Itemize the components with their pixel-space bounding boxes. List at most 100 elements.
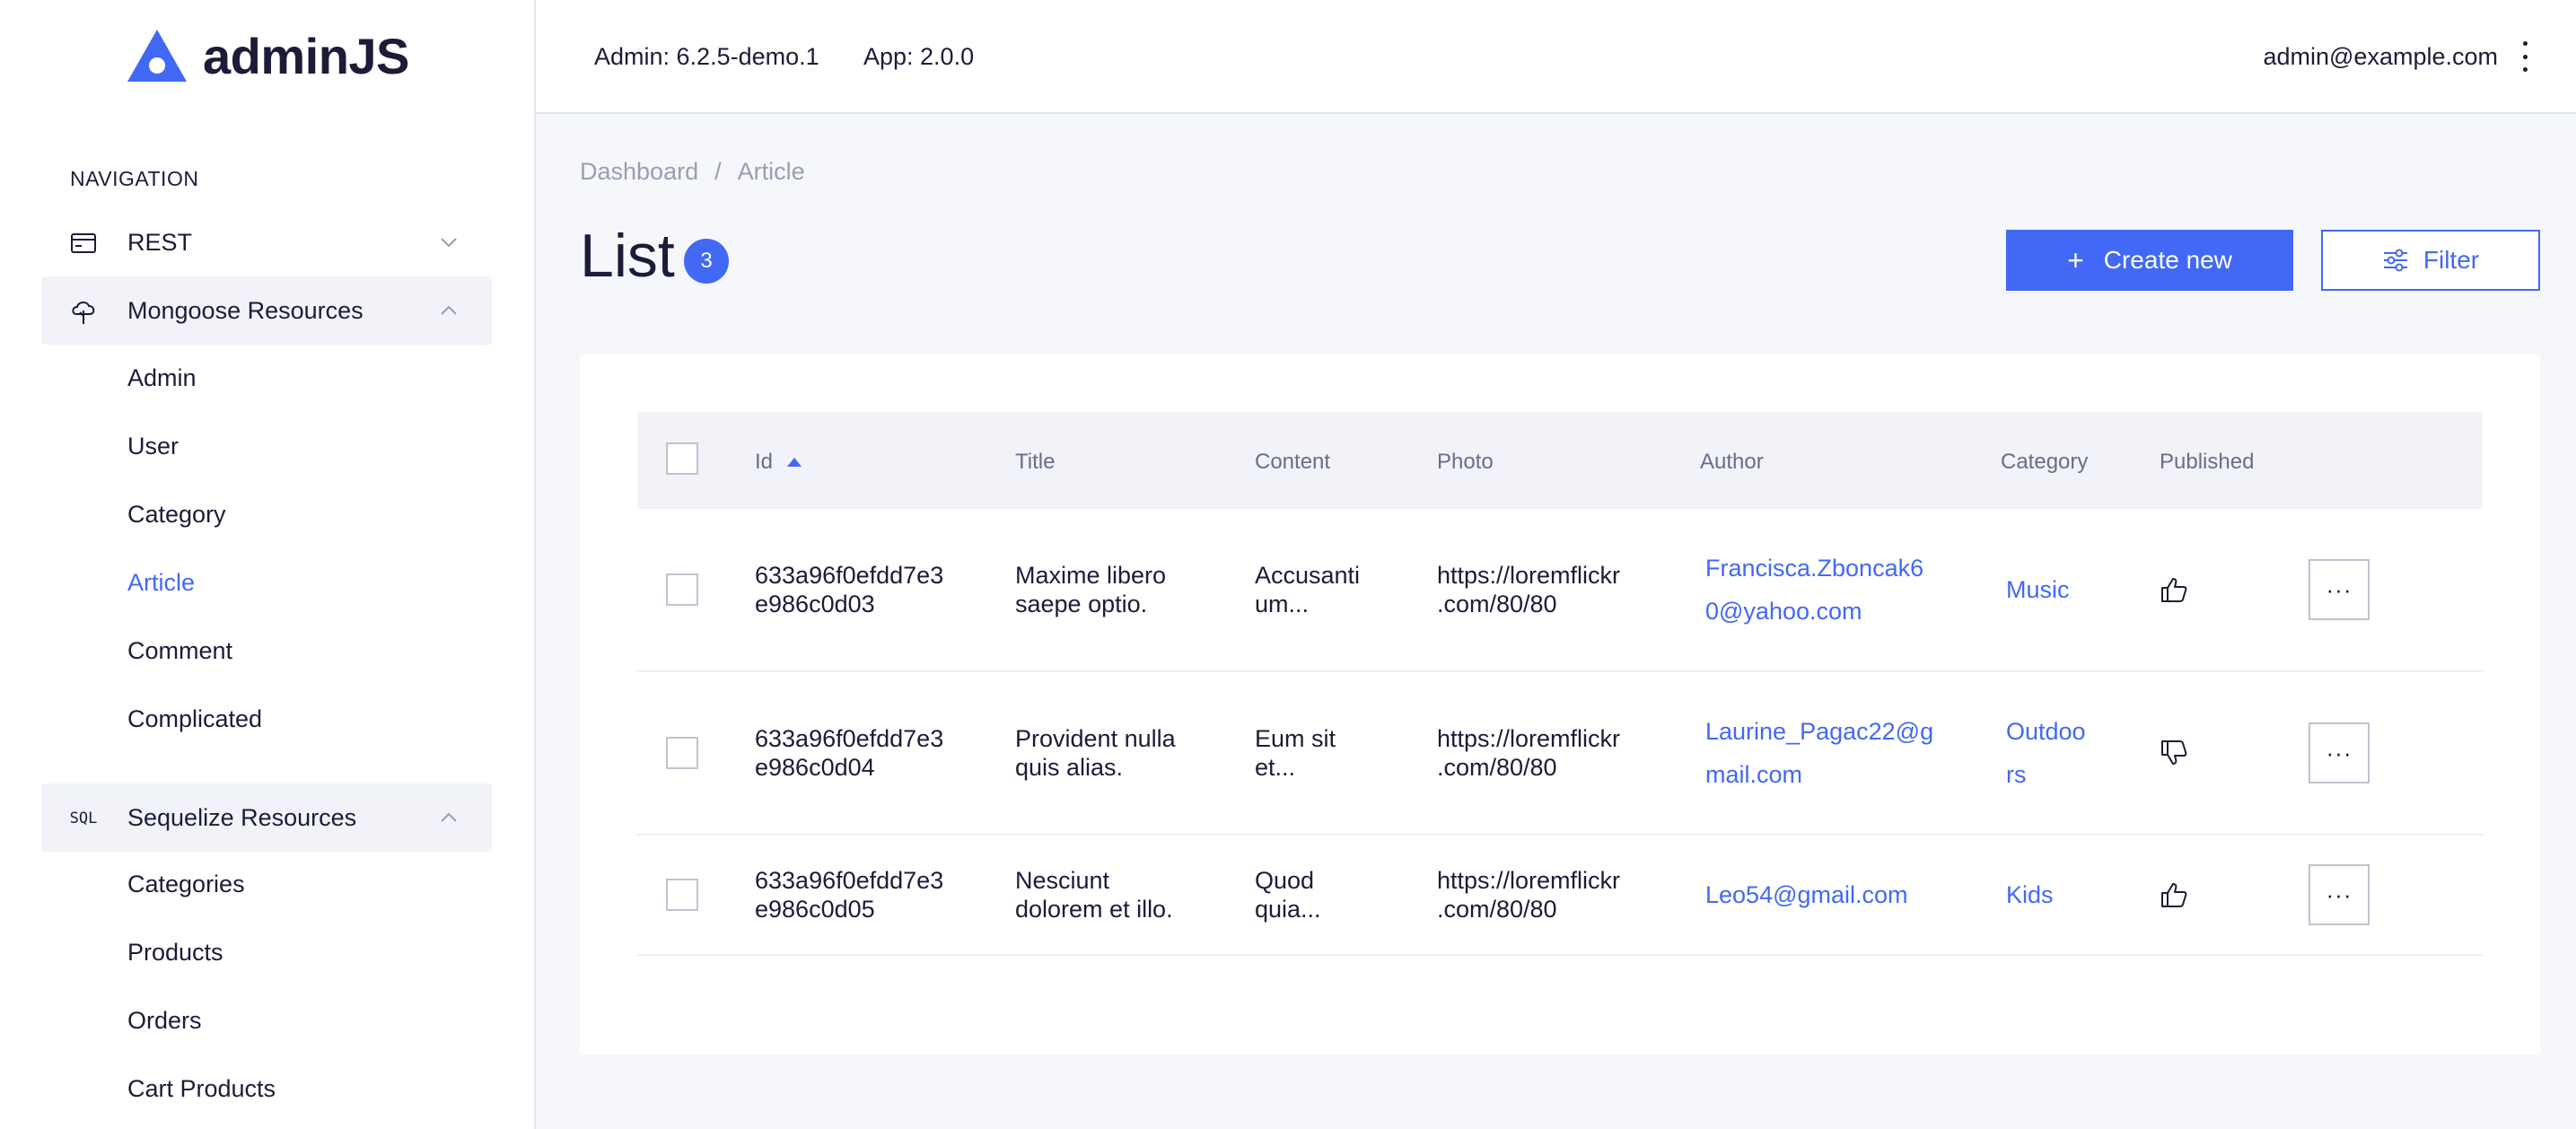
cell-category-link[interactable]: Outdoo rs <box>2006 710 2086 796</box>
cell-line: e986c0d05 <box>755 896 875 923</box>
cell-line: et... <box>1255 754 1296 781</box>
cell-line: Francisca.Zboncak6 <box>1705 555 1924 582</box>
table-row[interactable]: 633a96f0efdd7e3 e986c0d04 Provident null… <box>637 672 2483 836</box>
cell-content: Quod quia... <box>1255 866 1321 923</box>
column-header-content[interactable]: Content <box>1255 450 1330 475</box>
list-panel: Id Title Content Photo Author Category P… <box>580 354 2540 1055</box>
column-header-id[interactable]: Id <box>755 450 802 475</box>
thumb-up-icon <box>2161 883 2187 907</box>
cell-line: Laurine_Pagac22@g <box>1705 718 1934 745</box>
table-row[interactable]: 633a96f0efdd7e3 e986c0d03 Maxime libero … <box>637 509 2483 672</box>
page-title: List <box>580 222 675 290</box>
cell-line: Kids <box>2006 881 2054 908</box>
cell-line: Accusanti <box>1255 562 1361 589</box>
breadcrumb-dashboard[interactable]: Dashboard <box>580 158 698 186</box>
cell-category-link[interactable]: Music <box>2006 568 2070 611</box>
breadcrumb-separator: / <box>714 158 722 185</box>
sql-icon: SQL <box>69 810 98 827</box>
nav-group-mongoose[interactable]: Mongoose Resources <box>41 276 492 345</box>
column-header-author[interactable]: Author <box>1700 450 1764 475</box>
create-new-button[interactable]: + Create new <box>2006 230 2293 291</box>
filter-button[interactable]: Filter <box>2321 230 2540 291</box>
column-header-category[interactable]: Category <box>2001 450 2088 475</box>
create-new-label: Create new <box>2103 246 2232 274</box>
sidebar-item-products[interactable]: Products <box>127 939 223 967</box>
cell-line: um... <box>1255 591 1310 617</box>
cell-line: 633a96f0efdd7e3 <box>755 867 944 894</box>
cell-line: Nesciunt <box>1015 867 1110 894</box>
cell-author-link[interactable]: Leo54@gmail.com <box>1705 873 1908 916</box>
logo-text: adminJS <box>203 27 409 84</box>
cell-line: Maxime libero <box>1015 562 1167 589</box>
nav-group-label: Sequelize Resources <box>127 803 357 831</box>
sort-ascending-icon <box>787 458 802 467</box>
column-header-published[interactable]: Published <box>2160 450 2254 475</box>
cell-author-link[interactable]: Francisca.Zboncak6 0@yahoo.com <box>1705 547 1923 633</box>
row-actions-button[interactable]: ··· <box>2309 722 2370 783</box>
sidebar-item-orders[interactable]: Orders <box>127 1007 202 1035</box>
select-all-checkbox[interactable] <box>666 442 698 475</box>
row-actions-button[interactable]: ··· <box>2309 559 2370 620</box>
row-checkbox[interactable] <box>666 879 698 911</box>
cell-line: saepe optio. <box>1015 591 1148 617</box>
nav-group-rest[interactable]: REST <box>41 208 492 276</box>
cell-line: Provident nulla <box>1015 725 1176 752</box>
thumb-up-icon <box>2161 578 2187 602</box>
admin-version: Admin: 6.2.5-demo.1 <box>594 43 819 70</box>
cell-title: Maxime libero saepe optio. <box>1015 561 1166 618</box>
sidebar-item-comment[interactable]: Comment <box>127 637 232 665</box>
sidebar-item-user[interactable]: User <box>127 433 179 460</box>
cell-id: 633a96f0efdd7e3 e986c0d05 <box>755 866 943 923</box>
cell-line: .com/80/80 <box>1437 896 1557 923</box>
cell-line: Eum sit <box>1255 725 1336 752</box>
navigation-heading: NAVIGATION <box>70 167 199 190</box>
breadcrumb: Dashboard / Article <box>580 158 805 186</box>
sidebar-item-category[interactable]: Category <box>127 501 226 529</box>
sidebar-item-cart-products[interactable]: Cart Products <box>127 1075 276 1103</box>
count-badge: 3 <box>684 239 729 284</box>
cell-line: https://loremflickr <box>1437 867 1621 894</box>
cell-photo: https://loremflickr .com/80/80 <box>1437 866 1620 923</box>
cell-line: quia... <box>1255 896 1321 923</box>
column-header-photo[interactable]: Photo <box>1437 450 1494 475</box>
cell-line: rs <box>2006 761 2027 788</box>
user-email[interactable]: admin@example.com <box>2263 43 2498 71</box>
cell-content: Eum sit et... <box>1255 724 1336 782</box>
cell-author-link[interactable]: Laurine_Pagac22@g mail.com <box>1705 710 1933 796</box>
row-checkbox[interactable] <box>666 737 698 769</box>
cell-line: e986c0d03 <box>755 591 875 617</box>
table-header: Id Title Content Photo Author Category P… <box>637 412 2483 509</box>
sidebar-item-complicated[interactable]: Complicated <box>127 705 262 733</box>
cell-line: https://loremflickr <box>1437 562 1621 589</box>
breadcrumb-article[interactable]: Article <box>738 158 805 186</box>
sidebar: adminJS NAVIGATION REST Mongoose Resourc… <box>0 0 536 1129</box>
cell-content: Accusanti um... <box>1255 561 1360 618</box>
nav-group-sequelize[interactable]: SQL Sequelize Resources <box>41 783 492 852</box>
row-actions-button[interactable]: ··· <box>2309 864 2370 925</box>
column-header-title[interactable]: Title <box>1015 450 1055 475</box>
credit-card-icon <box>70 230 97 257</box>
sidebar-item-article[interactable]: Article <box>127 569 195 597</box>
cell-line: mail.com <box>1705 761 1803 788</box>
row-checkbox[interactable] <box>666 573 698 606</box>
cell-line: 0@yahoo.com <box>1705 598 1862 625</box>
cell-line: quis alias. <box>1015 754 1124 781</box>
cell-line: 633a96f0efdd7e3 <box>755 725 944 752</box>
cell-title: Provident nulla quis alias. <box>1015 724 1176 782</box>
sidebar-item-categories[interactable]: Categories <box>127 871 245 898</box>
adminjs-logo-icon <box>127 30 187 82</box>
logo[interactable]: adminJS <box>127 27 409 84</box>
cell-line: Outdoo <box>2006 718 2086 745</box>
cell-line: .com/80/80 <box>1437 754 1557 781</box>
sidebar-item-admin[interactable]: Admin <box>127 364 197 392</box>
cell-id: 633a96f0efdd7e3 e986c0d04 <box>755 724 943 782</box>
cell-title: Nesciunt dolorem et illo. <box>1015 866 1173 923</box>
cell-line: Quod <box>1255 867 1315 894</box>
table-row[interactable]: 633a96f0efdd7e3 e986c0d05 Nesciunt dolor… <box>637 836 2483 956</box>
cell-line: Leo54@gmail.com <box>1705 881 1908 908</box>
thumb-down-icon <box>2161 740 2187 765</box>
cell-category-link[interactable]: Kids <box>2006 873 2054 916</box>
app-version: App: 2.0.0 <box>863 43 975 70</box>
nav-group-label: REST <box>127 228 193 256</box>
more-vertical-icon[interactable] <box>2519 41 2531 72</box>
